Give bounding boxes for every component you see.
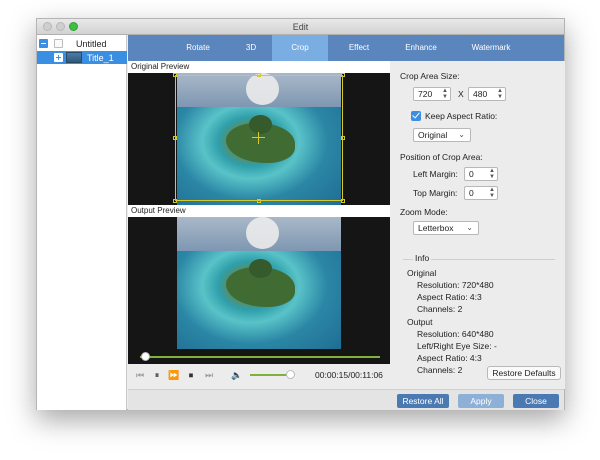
output-channels: Channels: 2 bbox=[417, 365, 463, 375]
close-button[interactable]: Close bbox=[513, 394, 559, 408]
top-margin-stepper[interactable]: 0 ▲ ▼ bbox=[464, 186, 498, 200]
volume-icon[interactable]: 🔈 bbox=[231, 369, 243, 381]
left-margin-label: Left Margin: bbox=[413, 169, 458, 179]
crop-handle[interactable] bbox=[257, 73, 261, 77]
stepper-arrows-icon[interactable]: ▲ ▼ bbox=[497, 88, 503, 100]
playback-controls: ⏮ ⏸ ⏩ ⏹ ⏭ 🔈 00:00:15/00:11:06 bbox=[128, 364, 390, 386]
crosshair-icon bbox=[252, 137, 265, 138]
volume-handle[interactable] bbox=[285, 370, 295, 379]
top-margin-label: Top Margin: bbox=[413, 188, 458, 198]
stop-icon[interactable]: ⏹ bbox=[185, 369, 197, 381]
item-checkbox[interactable] bbox=[54, 39, 63, 48]
crop-settings-panel: Crop Area Size: 720 ▲ ▼ X 480 ▲ ▼ Keep Asp… bbox=[391, 61, 565, 389]
tree-item-label: Title_1 bbox=[87, 53, 114, 63]
original-preview-label: Original Preview bbox=[128, 61, 390, 73]
dialog-footer: Restore All Apply Close bbox=[128, 389, 564, 410]
expand-icon[interactable] bbox=[54, 53, 63, 62]
crop-handle[interactable] bbox=[173, 136, 177, 140]
keep-aspect-checkbox[interactable] bbox=[411, 111, 421, 121]
crop-handle[interactable] bbox=[341, 199, 345, 203]
edit-window: Edit Untitled Title_1 Rotate 3D Crop Eff… bbox=[36, 18, 565, 410]
tree-item-title-1[interactable]: Title_1 bbox=[37, 51, 127, 64]
original-preview[interactable] bbox=[128, 73, 390, 205]
apply-button[interactable]: Apply bbox=[458, 394, 504, 408]
crop-area-size-label: Crop Area Size: bbox=[400, 71, 460, 81]
tab-3d[interactable]: 3D bbox=[228, 35, 274, 61]
output-eye-size: Left/Right Eye Size: - bbox=[417, 341, 497, 351]
chevron-down-icon: ⌄ bbox=[458, 130, 465, 139]
tab-enhance[interactable]: Enhance bbox=[388, 35, 454, 61]
zoom-mode-label: Zoom Mode: bbox=[400, 207, 448, 217]
project-tree: Untitled Title_1 bbox=[37, 35, 127, 410]
progress-handle[interactable] bbox=[140, 352, 150, 361]
keep-aspect-label: Keep Aspect Ratio: bbox=[425, 111, 498, 121]
restore-defaults-button[interactable]: Restore Defaults bbox=[487, 366, 561, 380]
left-margin-stepper[interactable]: 0 ▲ ▼ bbox=[464, 167, 498, 181]
tab-watermark[interactable]: Watermark bbox=[454, 35, 528, 61]
video-thumbnail bbox=[66, 52, 82, 63]
tree-item-untitled[interactable]: Untitled bbox=[37, 37, 127, 50]
skip-back-icon[interactable]: ⏮ bbox=[134, 369, 146, 381]
crop-width-stepper[interactable]: 720 ▲ ▼ bbox=[413, 87, 451, 101]
stepper-arrows-icon[interactable]: ▲ ▼ bbox=[442, 88, 448, 100]
crosshair-icon bbox=[258, 132, 259, 144]
original-resolution: Resolution: 720*480 bbox=[417, 280, 494, 290]
crop-handle[interactable] bbox=[173, 73, 177, 77]
title-bar: Edit bbox=[37, 19, 564, 35]
aspect-ratio-select[interactable]: Original ⌄ bbox=[413, 128, 471, 142]
crop-frame[interactable] bbox=[175, 75, 343, 201]
edit-tab-bar: Rotate 3D Crop Effect Enhance Watermark bbox=[128, 35, 564, 61]
crop-height-value: 480 bbox=[473, 89, 488, 99]
output-preview-label: Output Preview bbox=[128, 205, 390, 217]
chevron-down-icon: ⌄ bbox=[466, 223, 473, 232]
skip-forward-icon[interactable]: ⏭ bbox=[203, 369, 215, 381]
original-channels: Channels: 2 bbox=[417, 304, 463, 314]
output-video-frame bbox=[177, 217, 341, 349]
output-info-title: Output bbox=[407, 317, 433, 327]
crop-handle[interactable] bbox=[341, 73, 345, 77]
size-separator: X bbox=[458, 89, 464, 99]
collapse-icon[interactable] bbox=[39, 39, 48, 48]
crop-width-value: 720 bbox=[418, 89, 433, 99]
crop-handle[interactable] bbox=[173, 199, 177, 203]
pause-icon[interactable]: ⏸ bbox=[151, 369, 163, 381]
crop-handle[interactable] bbox=[341, 136, 345, 140]
fast-forward-icon[interactable]: ⏩ bbox=[168, 369, 180, 381]
crop-position-label: Position of Crop Area: bbox=[400, 152, 483, 162]
progress-track[interactable] bbox=[140, 356, 380, 358]
tab-crop[interactable]: Crop bbox=[272, 35, 328, 61]
stepper-arrows-icon[interactable]: ▲ ▼ bbox=[489, 187, 495, 199]
original-info-title: Original bbox=[407, 268, 437, 278]
crop-height-stepper[interactable]: 480 ▲ ▼ bbox=[468, 87, 506, 101]
info-title: Info bbox=[413, 253, 432, 263]
tab-rotate[interactable]: Rotate bbox=[168, 35, 228, 61]
restore-all-button[interactable]: Restore All bbox=[397, 394, 449, 408]
output-preview bbox=[128, 217, 390, 349]
window-title: Edit bbox=[292, 22, 309, 32]
output-resolution: Resolution: 640*480 bbox=[417, 329, 494, 339]
zoom-mode-select[interactable]: Letterbox ⌄ bbox=[413, 221, 479, 235]
tab-effect[interactable]: Effect bbox=[330, 35, 388, 61]
timecode: 00:00:15/00:11:06 bbox=[315, 370, 383, 380]
original-aspect-ratio: Aspect Ratio: 4:3 bbox=[417, 292, 482, 302]
output-aspect-ratio: Aspect Ratio: 4:3 bbox=[417, 353, 482, 363]
tree-item-label: Untitled bbox=[76, 39, 107, 49]
stepper-arrows-icon[interactable]: ▲ ▼ bbox=[489, 168, 495, 180]
crop-handle[interactable] bbox=[257, 199, 261, 203]
